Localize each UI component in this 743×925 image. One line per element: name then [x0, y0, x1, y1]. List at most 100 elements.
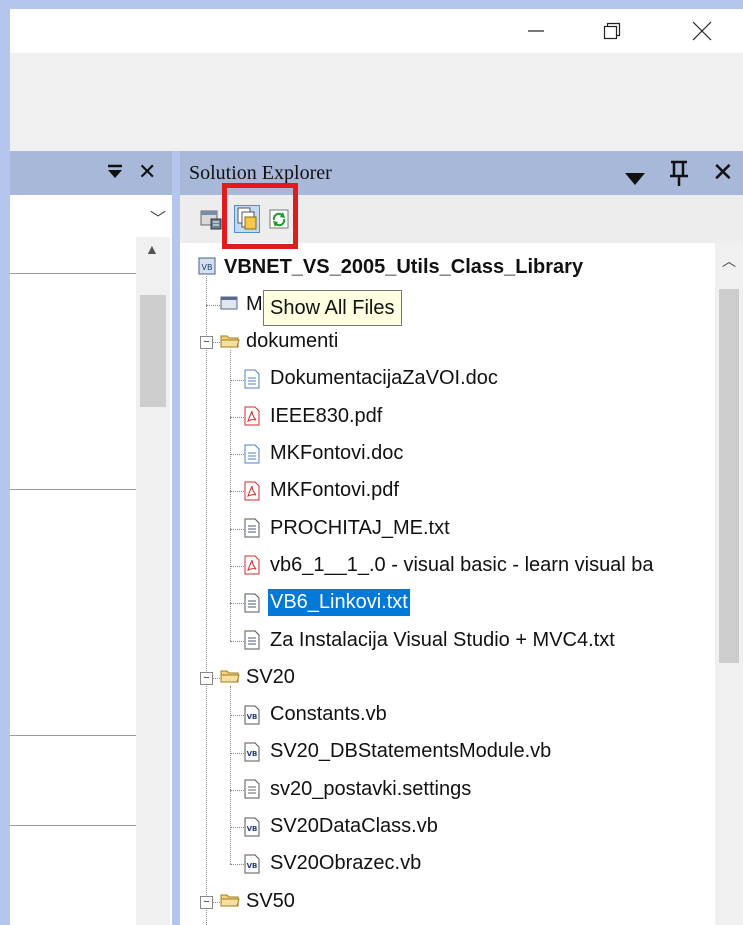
pdf-icon — [244, 406, 262, 426]
properties-button[interactable] — [198, 205, 224, 233]
restore-button[interactable] — [588, 9, 636, 53]
folder-icon — [220, 891, 240, 911]
left-tool-window: ✕ ﹀ ▲ — [10, 151, 172, 925]
solution-explorer-panel: Solution Explorer ✕ VB VBNET_VS_2005_Uti… — [180, 151, 743, 925]
text-file-icon — [244, 630, 262, 650]
tree-item-label: SV20Obrazec.vb — [270, 852, 422, 875]
vb-file-icon: VB — [244, 705, 262, 725]
tree-connector — [230, 752, 244, 754]
tree-connector — [230, 827, 244, 829]
tree-item-label: Constants.vb — [270, 703, 387, 726]
tree-connector — [230, 566, 244, 568]
tree-item-label: SV50 — [246, 889, 295, 912]
tree-item[interactable]: DokumentacijaZaVOI.doc — [244, 361, 500, 397]
pin-icon[interactable] — [668, 159, 690, 193]
tree-item-label: IEEE830.pdf — [270, 404, 383, 427]
scroll-up-icon[interactable]: ︿ — [722, 251, 736, 271]
tree-connector — [230, 416, 244, 418]
close-icon[interactable]: ✕ — [138, 159, 156, 185]
tree-item[interactable]: VB SV20_DBStatementsModule.vb — [244, 734, 553, 770]
text-file-icon — [244, 518, 262, 538]
pdf-icon — [244, 481, 262, 501]
tree-item[interactable]: MKFontovi.doc — [244, 436, 405, 472]
tree-item-label: PROCHITAJ_ME.txt — [270, 516, 450, 539]
tree-connector — [230, 715, 244, 717]
tree-connector — [230, 350, 231, 641]
minimize-icon — [528, 30, 544, 32]
tree-item[interactable]: vb6_1__1_.0 - visual basic - learn visua… — [244, 547, 656, 583]
minimize-button[interactable] — [512, 9, 560, 53]
close-button[interactable] — [678, 9, 726, 53]
window-position-dropdown-icon[interactable] — [106, 159, 124, 187]
tree-connector — [230, 640, 244, 642]
expand-collapse-toggle[interactable]: − — [200, 336, 213, 350]
tree-connector — [230, 864, 244, 866]
tree-item[interactable]: SV50 — [220, 883, 297, 919]
tree-item[interactable]: PROCHITAJ_ME.txt — [244, 510, 452, 546]
tree-item[interactable]: VB SV20DataClass.vb — [244, 809, 440, 845]
tree-item[interactable]: VB SV20Obrazec.vb — [244, 846, 423, 882]
divider — [10, 825, 136, 826]
left-scrollbar[interactable]: ▲ — [136, 237, 170, 925]
tree-item-label: vb6_1__1_.0 - visual basic - learn visua… — [270, 553, 654, 576]
properties-icon — [200, 210, 222, 230]
tree-connector — [206, 275, 207, 925]
tree-item-label: SV20_DBStatementsModule.vb — [270, 740, 552, 763]
vb-file-icon: VB — [244, 854, 262, 874]
tree-item-label: SV20 — [246, 665, 295, 688]
object-combo-box[interactable]: ﹀ — [10, 195, 172, 238]
word-doc-icon — [244, 369, 262, 389]
menu-toolbar-area — [10, 53, 743, 151]
tree-item-label: M — [246, 292, 263, 315]
solution-tree: VB VBNET_VS_2005_Utils_Class_Library M − dok… — [180, 243, 715, 925]
solution-explorer-scrollbar[interactable]: ︿ — [715, 243, 743, 925]
highlight-box — [222, 183, 298, 249]
tree-item[interactable]: MKFontovi.pdf — [244, 473, 401, 509]
settings-file-icon — [244, 779, 262, 799]
tree-connector — [230, 528, 244, 530]
tree-item-label: SV20DataClass.vb — [270, 815, 438, 837]
svg-text:VB: VB — [247, 750, 258, 758]
tooltip-show-all-files: Show All Files — [263, 290, 402, 326]
tree-item[interactable]: M — [220, 286, 265, 322]
pdf-icon — [244, 555, 262, 575]
tree-item[interactable]: Za Instalacija Visual Studio + MVC4.txt — [244, 622, 617, 658]
window-position-dropdown-icon[interactable] — [624, 163, 646, 193]
folder-icon — [220, 332, 240, 352]
word-doc-icon — [244, 444, 262, 464]
svg-text:VB: VB — [247, 862, 258, 870]
tree-connector — [230, 454, 244, 456]
close-icon[interactable]: ✕ — [712, 157, 734, 187]
my-project-icon — [220, 294, 238, 314]
tree-item[interactable]: dokumenti — [220, 324, 340, 360]
expand-collapse-toggle[interactable]: − — [200, 895, 213, 909]
scrollbar-thumb[interactable] — [719, 289, 739, 663]
close-icon — [692, 21, 712, 41]
tree-item[interactable]: VB VBNET_VS_2005_Utils_Class_Library — [198, 249, 585, 285]
tree-item[interactable]: VB6_Linkovi.txt — [244, 585, 410, 621]
folder-icon — [220, 667, 240, 687]
tree-item-label: VBNET_VS_2005_Utils_Class_Library — [224, 255, 584, 278]
tree-connector — [230, 685, 231, 865]
window-titlebar — [10, 9, 743, 53]
vb-file-icon: VB — [244, 742, 262, 762]
tree-connector — [230, 603, 244, 605]
vb-file-icon: VB — [244, 817, 262, 837]
tree-item[interactable]: sv20_postavki.settings — [244, 771, 473, 807]
tree-item[interactable]: SV20 — [220, 659, 297, 695]
tree-item-label: Za Instalacija Visual Studio + MVC4.txt — [270, 628, 615, 651]
tree-item-label: dokumenti — [246, 330, 339, 353]
tree-item[interactable]: IEEE830.pdf — [244, 398, 384, 434]
divider — [10, 735, 136, 736]
expand-collapse-toggle[interactable]: − — [200, 671, 213, 685]
tree-connector — [230, 789, 244, 791]
tree-connector — [206, 304, 220, 306]
tree-item-label: VB6_Linkovi.txt — [268, 589, 410, 617]
chevron-down-icon[interactable]: ﹀ — [150, 205, 166, 229]
tree-item-label: MKFontovi.doc — [270, 442, 404, 464]
tree-item[interactable]: VB Constants.vb — [244, 697, 389, 733]
scroll-up-icon[interactable]: ▲ — [145, 241, 159, 257]
tree-connector — [230, 379, 244, 381]
vb-project-icon: VB — [198, 257, 216, 277]
scrollbar-thumb[interactable] — [140, 295, 166, 407]
